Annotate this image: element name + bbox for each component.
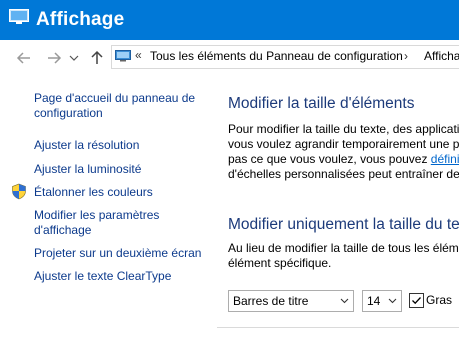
window-title: Affichage <box>36 9 125 30</box>
display-icon <box>9 9 29 24</box>
up-arrow-icon[interactable] <box>89 50 105 66</box>
section2-text-line1: Au lieu de modifier la taille de tous le… <box>228 241 459 255</box>
divider <box>217 327 459 328</box>
sidebar-item-brightness[interactable]: Ajuster la luminosité <box>34 161 141 177</box>
checkmark-icon <box>412 297 421 305</box>
bold-checkbox[interactable] <box>409 293 424 308</box>
sidebar: Page d'accueil du panneau de configurati… <box>0 75 215 343</box>
back-arrow-icon[interactable] <box>16 50 32 66</box>
chevron-down-icon <box>388 298 397 304</box>
section1-text-line2: vous voulez agrandir temporairement une … <box>228 137 459 151</box>
chevron-down-icon <box>340 298 349 304</box>
size-select[interactable]: 14 <box>362 290 402 312</box>
sidebar-home-link-line2[interactable]: configuration <box>34 105 103 121</box>
element-select-value: Barres de titre <box>233 294 309 308</box>
sidebar-item-project-second-screen[interactable]: Projeter sur un deuxième écran <box>34 245 201 261</box>
uac-shield-icon <box>12 183 26 200</box>
section1-text-line1: Pour modifier la taille du texte, des ap… <box>228 122 459 136</box>
recent-dropdown-icon[interactable] <box>69 50 79 66</box>
section2-text-line2: élément spécifique. <box>228 256 332 270</box>
forward-arrow-icon[interactable] <box>46 50 62 66</box>
bold-checkbox-label[interactable]: Gras <box>426 293 452 307</box>
section1-text-line3: pas ce que vous voulez, vous pouvez défi… <box>228 152 459 168</box>
element-select[interactable]: Barres de titre <box>228 290 354 312</box>
section-title-text-size-only: Modifier uniquement la taille du te <box>228 216 459 233</box>
size-select-value: 14 <box>367 294 381 308</box>
breadcrumb-all-items[interactable]: Tous les éléments du Panneau de configur… <box>150 49 403 63</box>
sidebar-item-resolution[interactable]: Ajuster la résolution <box>34 137 139 153</box>
breadcrumb-separator[interactable]: › <box>404 49 408 63</box>
section1-text-line3-text: pas ce que vous voulez, vous pouvez <box>228 152 431 166</box>
section1-text-line4: d'échelles personnalisées peut entraîner… <box>228 167 459 181</box>
sidebar-item-display-settings-line1[interactable]: Modifier les paramètres <box>34 207 159 223</box>
sidebar-item-cleartype[interactable]: Ajuster le texte ClearType <box>34 268 171 284</box>
title-bar: Affichage <box>0 0 459 40</box>
sidebar-home-link-line1[interactable]: Page d'accueil du panneau de <box>34 90 195 106</box>
sidebar-item-display-settings-line2[interactable]: d'affichage <box>34 222 91 238</box>
breadcrumb-overflow[interactable]: « <box>135 48 142 62</box>
breadcrumb-display[interactable]: Affichage <box>424 49 459 63</box>
sidebar-item-calibrate-colors[interactable]: Étalonner les couleurs <box>34 184 153 200</box>
control-panel-icon <box>115 50 131 62</box>
define-custom-scale-link[interactable]: définir <box>431 152 459 166</box>
address-bar[interactable]: « Tous les éléments du Panneau de config… <box>111 45 459 69</box>
section-title-change-size: Modifier la taille d'éléments <box>228 95 415 112</box>
